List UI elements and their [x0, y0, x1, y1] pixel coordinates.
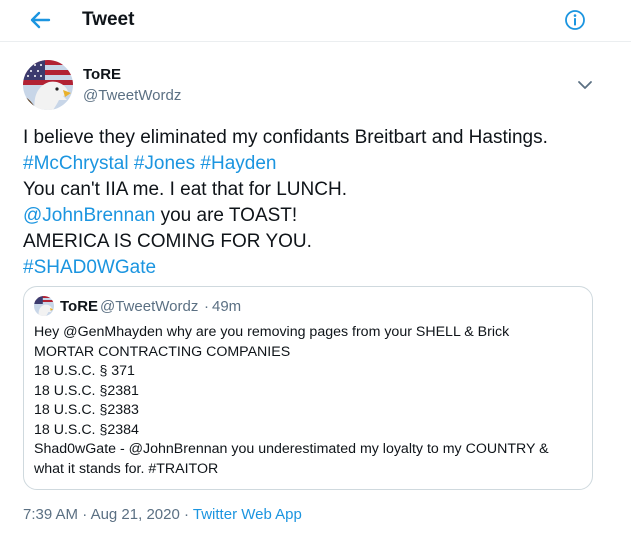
author-name[interactable]: ToRE	[83, 66, 121, 83]
hashtag-link[interactable]: #Jones	[134, 153, 195, 174]
quote-text: Hey @GenMhayden why are you removing pag…	[34, 323, 584, 479]
quote-author-name: ToRE	[60, 298, 99, 315]
tweet-date[interactable]: Aug 21, 2020	[91, 506, 180, 523]
author-avatar[interactable]	[23, 60, 73, 110]
quote-line: 18 U.S.C. §2381	[34, 382, 139, 399]
info-circle-icon	[565, 10, 585, 30]
more-options-button[interactable]	[577, 78, 593, 92]
tweet-time[interactable]: 7:39 AM	[23, 506, 78, 523]
hashtag-link[interactable]: #Hayden	[200, 153, 276, 174]
tweet-line: You can't IIA me. I eat that for LUNCH.	[23, 179, 347, 200]
author-handle[interactable]: @TweetWordz	[83, 87, 181, 104]
tweet-metadata: 7:39 AM · Aug 21, 2020 · Twitter Web App	[23, 506, 302, 523]
quote-author-handle: @TweetWordz	[100, 298, 199, 315]
quote-line: Shad0wGate - @JohnBrennan you underestim…	[34, 441, 549, 457]
hashtag-link[interactable]: #McChrystal	[23, 153, 129, 174]
top-bar: Tweet	[0, 0, 631, 42]
quote-author-avatar	[34, 296, 54, 316]
mention-link[interactable]: @JohnBrennan	[23, 205, 155, 226]
tweet-line-text: you are TOAST!	[155, 205, 298, 226]
quote-line: MORTAR CONTRACTING COMPANIES	[34, 343, 291, 360]
arrow-left-icon	[30, 11, 51, 29]
hashtag-link[interactable]: #SHAD0WGate	[23, 257, 156, 278]
quote-line: 18 U.S.C. § 371	[34, 363, 135, 379]
source-app-link[interactable]: Twitter Web App	[193, 506, 302, 523]
quote-line: 18 U.S.C. §2383	[34, 402, 139, 418]
info-button[interactable]	[564, 9, 586, 31]
quote-line: 18 U.S.C. §2384	[34, 421, 139, 438]
meta-separator: ·	[82, 506, 88, 523]
quote-line: what it stands for. #TRAITOR	[34, 460, 219, 477]
chevron-down-icon	[578, 81, 592, 89]
back-button[interactable]	[28, 9, 52, 31]
tweet-line: AMERICA IS COMING FOR YOU.	[23, 231, 312, 252]
quote-line: Hey @GenMhayden why are you removing pag…	[34, 324, 510, 340]
tweet-line: I believe they eliminated my confidants …	[23, 127, 548, 148]
quote-timestamp: 49m	[212, 298, 242, 315]
page-title: Tweet	[82, 9, 135, 30]
tweet-text: I believe they eliminated my confidants …	[23, 125, 613, 281]
tweet-line: @JohnBrennan you are TOAST!	[23, 203, 613, 229]
meta-separator: ·	[183, 506, 189, 523]
tweet-hashtags-line: #McChrystal #Jones #Hayden	[23, 151, 613, 177]
quoted-tweet[interactable]: ToRE @TweetWordz · 49m Hey @GenMhayden w…	[23, 286, 593, 490]
quote-separator: ·	[204, 298, 209, 315]
tweet-line: #SHAD0WGate	[23, 255, 613, 281]
